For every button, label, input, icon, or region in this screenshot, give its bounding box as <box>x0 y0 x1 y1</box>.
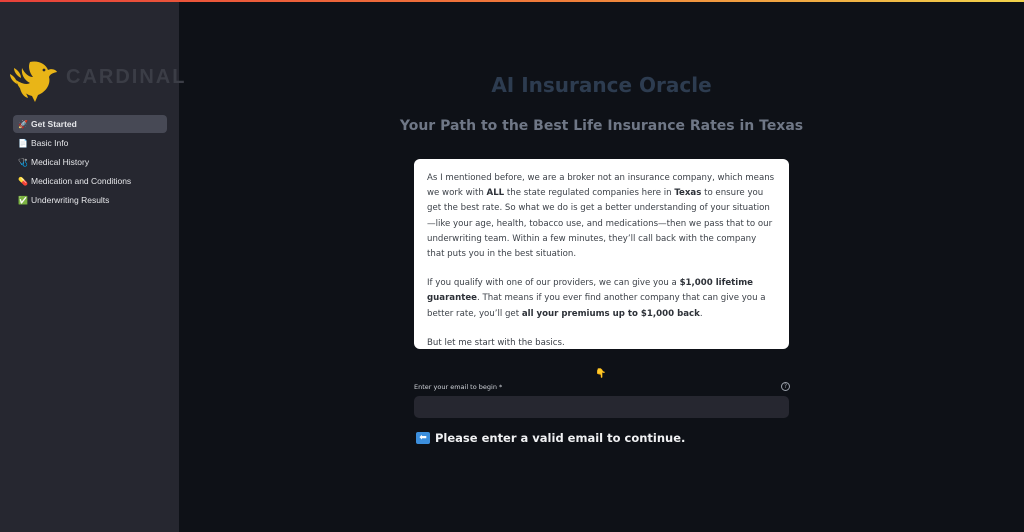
intro-paragraph-1: As I mentioned before, we are a broker n… <box>427 171 776 262</box>
sidebar-item-medical-history[interactable]: 🩺 Medical History <box>13 153 167 171</box>
emphasis-premiums: all your premiums up to $1,000 back <box>521 308 700 319</box>
brand-logo: CARDINAL <box>8 58 184 104</box>
pointing-down-icon: 👇 <box>595 369 607 379</box>
sidebar-item-basic-info[interactable]: 📄 Basic Info <box>13 134 167 152</box>
intro-paragraph-2: If you qualify with one of our providers… <box>427 276 776 322</box>
sidebar-item-label: Underwriting Results <box>31 195 110 205</box>
document-icon: 📄 <box>18 138 28 148</box>
sidebar-item-underwriting-results[interactable]: ✅ Underwriting Results <box>13 191 167 209</box>
emphasis-texas: Texas <box>674 188 702 199</box>
sidebar-item-label: Medical History <box>31 157 90 167</box>
sidebar-item-medication[interactable]: 💊 Medication and Conditions <box>13 172 167 190</box>
text-segment: to ensure you get the best rate. So what… <box>427 188 773 260</box>
warning-text: Please enter a valid email to continue. <box>435 431 686 445</box>
text-segment: . <box>699 308 703 319</box>
sidebar-nav: 🚀 Get Started 📄 Basic Info 🩺 Medical His… <box>13 115 167 210</box>
sidebar-item-get-started[interactable]: 🚀 Get Started <box>13 115 167 133</box>
page-title: AI Insurance Oracle <box>491 73 712 97</box>
sidebar-item-label: Medication and Conditions <box>31 176 132 186</box>
rocket-icon: 🚀 <box>18 119 28 129</box>
main-content: AI Insurance Oracle Your Path to the Bes… <box>179 2 1024 532</box>
left-arrow-icon: ⬅ <box>416 432 430 444</box>
brand-name: CARDINAL <box>66 66 187 88</box>
pill-icon: 💊 <box>18 176 28 186</box>
text-segment: If you qualify with one of our providers… <box>427 278 680 289</box>
stethoscope-icon: 🩺 <box>18 157 28 167</box>
page-subtitle: Your Path to the Best Life Insurance Rat… <box>399 118 804 134</box>
email-field-label: Enter your email to begin * <box>414 383 503 391</box>
sidebar-item-label: Basic Info <box>31 138 69 148</box>
email-input[interactable] <box>414 396 789 418</box>
check-icon: ✅ <box>18 195 28 205</box>
sidebar: CARDINAL 🚀 Get Started 📄 Basic Info 🩺 Me… <box>0 2 184 532</box>
intro-paragraph-3: But let me start with the basics. <box>427 337 565 348</box>
cardinal-bird-icon <box>10 61 57 102</box>
validation-warning: ⬅ Please enter a valid email to continue… <box>416 431 685 445</box>
sidebar-item-label: Get Started <box>31 119 77 129</box>
help-icon[interactable]: ? <box>781 382 790 391</box>
text-segment: the state regulated companies here in <box>504 188 675 199</box>
intro-card: As I mentioned before, we are a broker n… <box>414 159 789 349</box>
emphasis-all: ALL <box>486 188 505 199</box>
